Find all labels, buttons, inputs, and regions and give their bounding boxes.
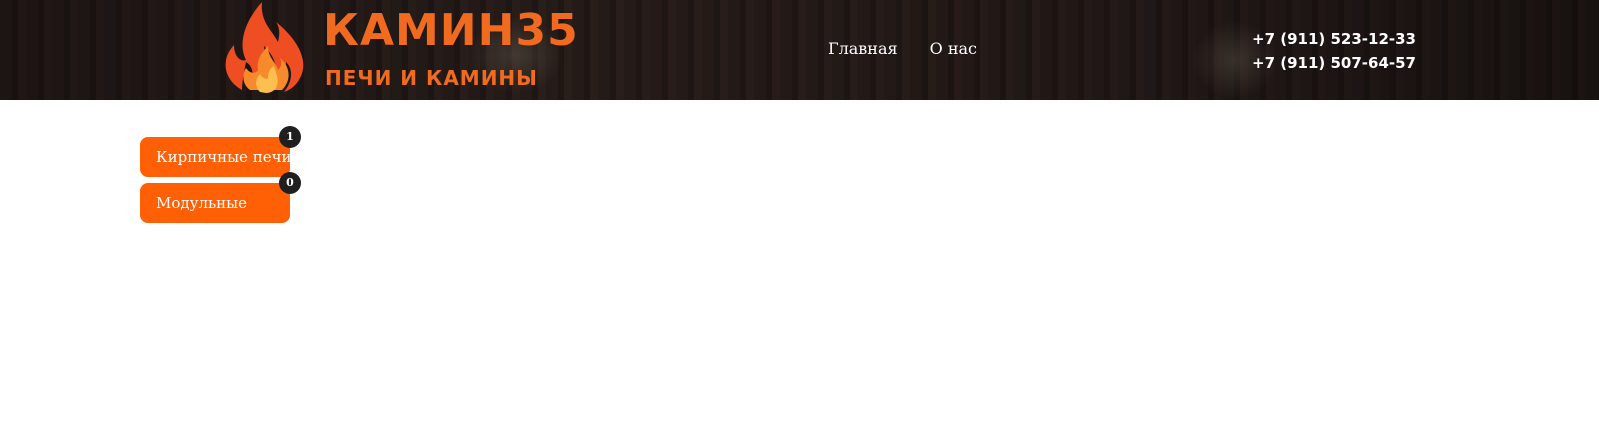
category-count-badge: 1 — [279, 126, 301, 148]
phone-link-2[interactable]: +7 (911) 507-64-57 — [1252, 51, 1416, 75]
site-logo[interactable]: КАМИН35 ПЕЧИ И КАМИНЫ — [220, 0, 578, 100]
category-count-badge: 0 — [279, 172, 301, 194]
nav-link-home[interactable]: Главная — [828, 38, 898, 60]
flame-icon — [225, 2, 304, 93]
nav-link-about[interactable]: О нас — [930, 38, 977, 60]
main-nav: Главная О нас — [828, 38, 977, 60]
phone-list: +7 (911) 523-12-33 +7 (911) 507-64-57 — [1252, 27, 1416, 75]
logo-subtitle: ПЕЧИ И КАМИНЫ — [325, 66, 538, 90]
logo-title: КАМИН35 — [323, 5, 579, 56]
category-button-brick-stoves[interactable]: Кирпичные печи 1 — [140, 126, 301, 177]
category-list: Кирпичные печи 1 Модульные 0 — [140, 126, 301, 229]
category-label: Кирпичные печи — [156, 148, 292, 166]
site-header: КАМИН35 ПЕЧИ И КАМИНЫ Главная О нас +7 (… — [0, 0, 1599, 100]
phone-link-1[interactable]: +7 (911) 523-12-33 — [1252, 27, 1416, 51]
category-button-modular[interactable]: Модульные 0 — [140, 172, 301, 223]
category-label: Модульные — [156, 194, 247, 212]
